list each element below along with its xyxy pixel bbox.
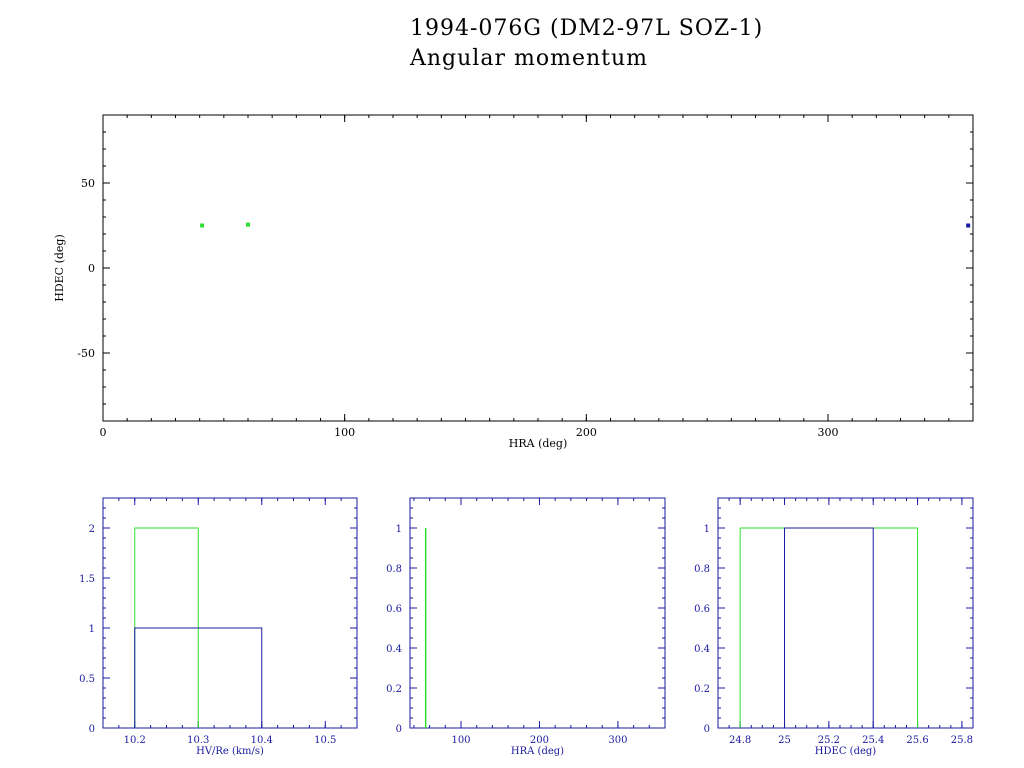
x-axis-label: HRA (deg)	[511, 746, 564, 757]
plot-frame	[717, 497, 974, 729]
x-tick-label: 100	[334, 426, 355, 439]
x-axis-label: HDEC (deg)	[815, 746, 876, 757]
x-tick-label: 25.4	[862, 735, 884, 746]
y-tick-label: 0.2	[386, 684, 402, 695]
y-axis-label: HDEC (deg)	[53, 234, 66, 302]
x-tick-label: 10.5	[314, 735, 336, 746]
x-tick-label: 10.3	[187, 735, 209, 746]
scatter-point	[246, 222, 250, 227]
x-tick-label: 300	[608, 735, 627, 746]
y-tick-label: 0	[88, 262, 95, 275]
y-tick-label: 0.8	[694, 564, 710, 575]
plots-canvas: 0 100 200 300500-50HRA (deg)HDEC (deg) 10.2…	[53, 114, 974, 757]
x-tick-label: 10.2	[124, 735, 146, 746]
x-tick-label: 10.4	[251, 735, 273, 746]
y-tick-label: 1.5	[79, 574, 95, 585]
y-tick-label: -50	[77, 347, 95, 360]
x-tick-label: 300	[818, 426, 839, 439]
histogram-bar	[739, 527, 919, 728]
x-tick-label: 100	[451, 735, 470, 746]
y-tick-label: 50	[81, 177, 95, 190]
y-tick-label: 2	[89, 524, 95, 535]
x-tick-label: 0	[100, 426, 107, 439]
y-tick-label: 1	[396, 524, 402, 535]
velocity-histogram: 10.2 10.3 10.4 10.5 0 0.5 1 1.5 2 HV/Re (km/s)	[79, 497, 358, 757]
x-tick-label: 25.8	[951, 735, 973, 746]
y-tick-label: 0.5	[79, 674, 95, 685]
scatter-point	[200, 223, 205, 228]
y-tick-label: 0.6	[694, 604, 710, 615]
plot-frame	[102, 114, 974, 422]
y-tick-label: 0	[396, 724, 402, 735]
y-tick-label: 1	[704, 524, 710, 535]
x-axis-label: HV/Re (km/s)	[196, 746, 264, 757]
y-tick-label: 0	[704, 724, 710, 735]
y-tick-label: 0.2	[694, 684, 710, 695]
hdec-histogram: 24.8 25 25.2 25.4 25.6 25.8 0 0.2 0.4 0.6 0.8 1 HDEC…	[694, 497, 974, 757]
y-tick-label: 0	[89, 724, 95, 735]
x-tick-label: 24.8	[729, 735, 751, 746]
x-tick-label: 200	[576, 426, 597, 439]
y-tick-label: 0.4	[694, 644, 710, 655]
plot-frame	[409, 497, 666, 729]
y-tick-label: 0.4	[386, 644, 402, 655]
x-tick-label: 25.2	[818, 735, 840, 746]
y-tick-label: 1	[89, 624, 95, 635]
y-tick-label: 0.8	[386, 564, 402, 575]
hra-histogram: 100 200 300 0 0.2 0.4 0.6 0.8 1 HRA (deg)	[386, 497, 666, 757]
sky-position-scatter: 0 100 200 300 50 0 -50 HRA (deg) HDEC (deg)	[53, 114, 974, 450]
x-tick-label: 25	[778, 735, 791, 746]
x-axis-label: HRA (deg)	[509, 437, 568, 450]
histogram-bar	[784, 527, 874, 728]
plot-frame	[102, 497, 358, 729]
x-tick-label: 25.6	[906, 735, 928, 746]
x-tick-label: 200	[530, 735, 549, 746]
y-tick-label: 0.6	[386, 604, 402, 615]
scatter-point	[966, 223, 971, 228]
